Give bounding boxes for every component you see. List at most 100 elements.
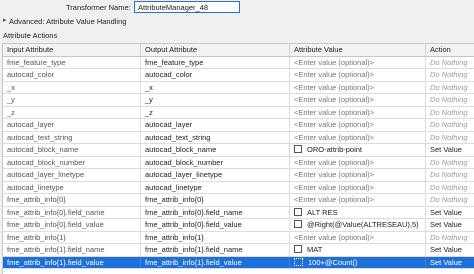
output-attribute-cell[interactable]: fme_attrib_info{1}	[141, 231, 290, 243]
column-header-action[interactable]: Action	[426, 44, 474, 56]
action-cell[interactable]: Do Nothing	[426, 232, 474, 244]
output-attribute-cell[interactable]: fme_attrib_info{1}.field_value	[141, 256, 290, 268]
input-attribute-cell: _z	[3, 106, 141, 118]
attribute-value-cell[interactable]: <Enter value (optional)>	[290, 106, 426, 118]
attribute-value-cell[interactable]: <Enter value (optional)>	[290, 156, 426, 168]
action-cell[interactable]: Do Nothing	[426, 194, 474, 206]
column-header-output-attribute[interactable]: Output Attribute	[141, 44, 290, 56]
output-attribute-cell[interactable]: fme_attrib_info{0}.field_name	[141, 206, 290, 218]
action-cell[interactable]: Do Nothing	[426, 182, 474, 194]
table-row[interactable]: autocad_block_number autocad_block_numbe…	[3, 156, 474, 169]
text-value-icon	[294, 245, 302, 253]
action-cell[interactable]: Set Value	[426, 244, 474, 256]
output-attribute-cell[interactable]: autocad_layer	[141, 119, 290, 131]
text-value-icon	[294, 207, 302, 216]
attribute-value-cell[interactable]: <Enter value (optional)>	[290, 181, 426, 193]
table-row-selected[interactable]: fme_attrib_info{1}.field_value fme_attri…	[3, 256, 474, 269]
action-cell[interactable]: Do Nothing	[426, 94, 474, 106]
attribute-value-text: ALT RES	[307, 207, 338, 217]
table-row[interactable]: autocad_block_name autocad_block_name OR…	[3, 144, 474, 157]
attribute-value-cell[interactable]: <Enter value (optional)>	[290, 231, 426, 243]
text-value-icon	[294, 145, 302, 153]
output-attribute-cell[interactable]: _z	[141, 106, 290, 118]
table-row[interactable]: _y _y <Enter value (optional)> Do Nothin…	[3, 94, 474, 107]
attribute-value-cell[interactable]: <Enter value (optional)>	[290, 194, 426, 206]
attribute-value-cell[interactable]: MAT	[290, 244, 426, 256]
input-attribute-cell: fme_feature_type	[3, 56, 141, 68]
output-attribute-cell[interactable]: autocad_layer_linetype	[141, 169, 290, 181]
table-row[interactable]: fme_attrib_info{0} fme_attrib_info{0} <E…	[3, 194, 474, 207]
input-attribute-cell: _y	[3, 94, 141, 106]
text-value-icon	[294, 220, 302, 228]
output-attribute-cell[interactable]: autocad_linetype	[141, 181, 290, 193]
output-attribute-cell[interactable]: autocad_text_string	[141, 131, 290, 143]
transformer-name-label: Transformer Name:	[66, 3, 131, 12]
attribute-value-cell[interactable]: <Enter value (optional)>	[290, 169, 426, 181]
action-cell[interactable]: Do Nothing	[426, 69, 474, 81]
output-attribute-cell[interactable]: fme_feature_type	[141, 56, 290, 68]
column-header-input-attribute[interactable]: Input Attribute	[3, 44, 141, 56]
attribute-value-cell[interactable]: <Enter value (optional)>	[290, 94, 426, 106]
output-attribute-cell[interactable]: fme_attrib_info{0}	[141, 194, 290, 206]
table-row[interactable]: autocad_color autocad_color <Enter value…	[3, 69, 474, 82]
input-attribute-cell: autocad_layer	[3, 119, 141, 131]
table-row[interactable]: fme_attrib_info{1}.field_name fme_attrib…	[3, 244, 474, 257]
action-cell[interactable]: Do Nothing	[426, 57, 474, 69]
attribute-value-cell[interactable]: 100+@Count()	[290, 256, 426, 268]
table-row[interactable]: autocad_layer autocad_layer <Enter value…	[3, 119, 474, 132]
action-cell[interactable]: Do Nothing	[426, 119, 474, 131]
attribute-actions-label: Attribute Actions	[3, 31, 58, 40]
table-row[interactable]: fme_attrib_info{1} fme_attrib_info{1} <E…	[3, 231, 474, 244]
output-attribute-cell[interactable]: fme_attrib_info{1}.field_name	[141, 244, 290, 256]
action-cell[interactable]: Set Value	[426, 257, 474, 269]
input-attribute-cell: fme_attrib_info{1}	[3, 231, 141, 243]
input-attribute-cell: fme_attrib_info{0}.field_value	[3, 219, 141, 231]
action-cell[interactable]: Do Nothing	[426, 132, 474, 144]
table-row[interactable]: autocad_linetype autocad_linetype <Enter…	[3, 181, 474, 194]
attribute-value-cell[interactable]: ALT RES	[290, 206, 426, 218]
advanced-section-title: Advanced: Attribute Value Handling	[9, 17, 127, 26]
attribute-value-text: ORO-attrib-point	[307, 145, 363, 154]
column-header-attribute-value[interactable]: Attribute Value	[290, 44, 426, 56]
attribute-value-cell[interactable]: ORO-attrib-point	[290, 144, 426, 156]
table-row[interactable]: fme_attrib_info{0}.field_name fme_attrib…	[3, 206, 474, 219]
action-cell[interactable]: Set Value	[426, 207, 474, 219]
action-cell[interactable]: Do Nothing	[426, 107, 474, 119]
attribute-value-cell[interactable]: <Enter value (optional)>	[290, 69, 426, 81]
attribute-value-text: @Right(@Value(ALTRESEAU),5)	[307, 220, 419, 229]
action-cell[interactable]: Do Nothing	[426, 169, 474, 181]
action-cell[interactable]: Set Value	[426, 144, 474, 156]
attribute-value-cell[interactable]: <Enter value (optional)>	[290, 56, 426, 68]
output-attribute-cell[interactable]: autocad_color	[141, 69, 290, 81]
table-row[interactable]: fme_attrib_info{0}.field_value fme_attri…	[3, 219, 474, 232]
table-row[interactable]: autocad_text_string autocad_text_string …	[3, 131, 474, 144]
output-attribute-cell[interactable]: _y	[141, 94, 290, 106]
output-attribute-cell[interactable]: _x	[141, 81, 290, 93]
table-row[interactable]: autocad_layer_linetype autocad_layer_lin…	[3, 169, 474, 182]
output-attribute-cell[interactable]: autocad_block_number	[141, 156, 290, 168]
input-attribute-cell: fme_attrib_info{1}.field_name	[3, 244, 141, 256]
input-attribute-cell: autocad_block_name	[3, 144, 141, 156]
input-attribute-cell: autocad_block_number	[3, 156, 141, 168]
attribute-value-cell[interactable]: <Enter value (optional)>	[290, 131, 426, 143]
attribute-value-cell[interactable]: <Enter value (optional)>	[290, 119, 426, 131]
input-attribute-cell: autocad_linetype	[3, 181, 141, 193]
input-attribute-cell: _x	[3, 81, 141, 93]
transformer-name-input[interactable]: AttributeManager_48	[134, 1, 240, 13]
input-attribute-cell: fme_attrib_info{1}.field_value	[3, 256, 141, 268]
advanced-section-toggle[interactable]: ▸ Advanced: Attribute Value Handling	[0, 16, 474, 27]
input-attribute-cell: autocad_text_string	[3, 131, 141, 143]
action-cell[interactable]: Do Nothing	[426, 82, 474, 94]
expand-arrow-icon[interactable]: ▸	[3, 16, 7, 24]
attribute-value-cell[interactable]: @Right(@Value(ALTRESEAU),5)	[290, 219, 426, 231]
action-cell[interactable]: Do Nothing	[426, 157, 474, 169]
table-row[interactable]: fme_feature_type fme_feature_type <Enter…	[3, 56, 474, 69]
table-row[interactable]: _z _z <Enter value (optional)> Do Nothin…	[3, 106, 474, 119]
table-row[interactable]: _x _x <Enter value (optional)> Do Nothin…	[3, 81, 474, 94]
attribute-value-cell[interactable]: <Enter value (optional)>	[290, 81, 426, 93]
input-attribute-cell: fme_attrib_info{0}	[3, 194, 141, 206]
output-attribute-cell[interactable]: fme_attrib_info{0}.field_value	[141, 219, 290, 231]
attribute-value-text: 100+@Count()	[308, 257, 358, 267]
output-attribute-cell[interactable]: autocad_block_name	[141, 144, 290, 156]
action-cell[interactable]: Set Value	[426, 219, 474, 231]
